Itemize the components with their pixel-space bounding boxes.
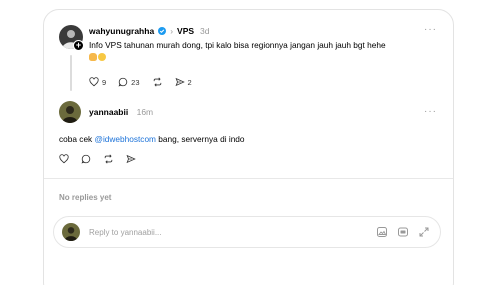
reply-share-button[interactable] [126,154,136,164]
image-icon[interactable] [376,226,388,238]
post-header: wahyunugrahha › VPS 3d [89,26,210,36]
pray-emoji-icon [89,53,97,61]
reply-text: coba cek @idwebhostcom bang, servernya d… [59,134,245,144]
post-actions: 9 23 2 [89,77,204,87]
post-body: Info VPS tahunan murah dong, tpi kalo bi… [89,40,386,50]
reply-header: yannaabii 16m [89,107,153,117]
repost-icon [104,154,113,164]
section-divider [44,178,453,179]
reply-repost-button[interactable] [103,154,114,164]
repost-button[interactable] [152,77,163,87]
send-icon [126,154,136,164]
verified-icon [158,27,167,35]
reply-more-options-icon[interactable]: ··· [424,106,437,117]
send-icon [175,77,185,87]
reply-avatar[interactable] [59,101,81,123]
reply-text-after: bang, servernya di indo [155,134,245,144]
post-text: Info VPS tahunan murah dong, tpi kalo bi… [89,39,444,63]
topic-tag[interactable]: VPS [177,26,194,36]
share-button[interactable]: 2 [175,77,192,87]
mention-link[interactable]: @idwebhostcom [95,134,156,144]
comment-count: 23 [131,77,140,87]
reply-username[interactable]: yannaabii [89,107,128,117]
like-button[interactable]: 9 [89,77,106,87]
comment-icon [118,77,128,87]
reply-text-before: coba cek [59,134,95,144]
follow-plus-icon[interactable]: + [73,40,84,51]
share-count: 2 [187,77,192,87]
reply-input[interactable] [89,223,339,241]
chevron-right-icon: › [170,26,174,36]
repost-icon [153,77,161,87]
expand-icon[interactable] [418,226,430,238]
more-options-icon[interactable]: ··· [424,24,437,35]
heart-icon [89,77,99,87]
like-count: 9 [102,77,107,87]
no-replies-label: No replies yet [59,193,112,202]
comment-icon [81,154,91,164]
heart-icon [59,154,69,164]
comment-button[interactable]: 23 [118,77,140,87]
post-time: 3d [200,26,210,36]
reply-like-button[interactable] [59,154,69,164]
author-username[interactable]: wahyunugrahha [89,26,154,36]
reply-time: 16m [136,107,154,117]
reply-comment-button[interactable] [81,154,91,164]
smile-emoji-icon [98,53,106,61]
gif-icon[interactable] [397,226,409,238]
thread-line [70,55,72,91]
composer-avatar [62,223,80,241]
reply-actions [59,154,148,164]
